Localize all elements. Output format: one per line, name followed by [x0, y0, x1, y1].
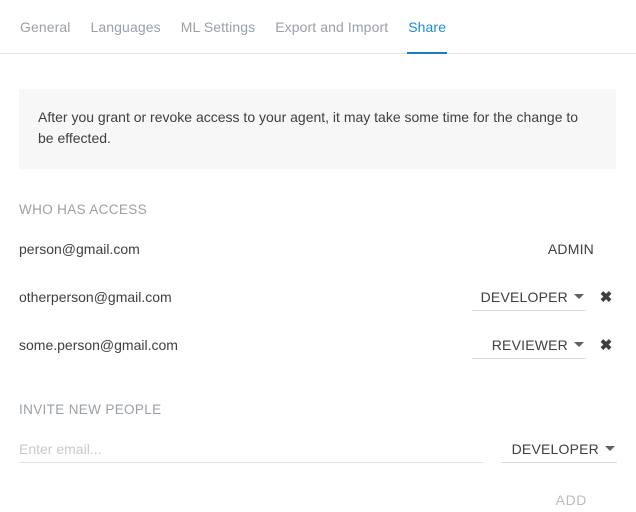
- share-notice-text: After you grant or revoke access to your…: [38, 109, 579, 146]
- chevron-down-icon: [574, 294, 584, 299]
- tab-ml-settings-label: ML Settings: [180, 18, 256, 35]
- tab-share[interactable]: Share: [398, 0, 456, 54]
- role-select-someperson[interactable]: REVIEWER: [472, 331, 586, 359]
- tab-languages-label: Languages: [90, 18, 161, 35]
- access-row-role-static: ADMIN: [547, 241, 594, 257]
- access-row-email: otherperson@gmail.com: [19, 289, 172, 305]
- invite-role-value: DEVELOPER: [511, 440, 599, 457]
- chevron-down-icon: [574, 342, 584, 347]
- access-row-email: some.person@gmail.com: [19, 337, 178, 353]
- table-row: some.person@gmail.com REVIEWER ✖: [19, 321, 617, 369]
- who-has-access-heading: WHO HAS ACCESS: [19, 202, 147, 217]
- tab-languages[interactable]: Languages: [81, 0, 171, 54]
- role-select-value: REVIEWER: [491, 336, 568, 353]
- chevron-down-icon: [605, 446, 615, 451]
- role-select-otherperson[interactable]: DEVELOPER: [472, 283, 586, 311]
- tab-general[interactable]: General: [10, 0, 81, 54]
- add-button[interactable]: ADD: [548, 488, 595, 512]
- settings-tabbar: General Languages ML Settings Export and…: [0, 0, 636, 54]
- tab-export-and-import[interactable]: Export and Import: [265, 0, 398, 54]
- invite-actions: ADD: [19, 488, 617, 512]
- access-row-email: person@gmail.com: [19, 241, 140, 257]
- tab-export-and-import-label: Export and Import: [275, 18, 389, 35]
- tab-share-label: Share: [408, 18, 447, 35]
- remove-access-button-otherperson[interactable]: ✖: [595, 290, 617, 305]
- invite-new-people-heading: INVITE NEW PEOPLE: [19, 402, 162, 417]
- table-row: otherperson@gmail.com DEVELOPER ✖: [19, 273, 617, 321]
- access-list: person@gmail.com ADMIN otherperson@gmail…: [19, 225, 617, 369]
- invite-email-input[interactable]: [19, 435, 484, 463]
- role-select-value: DEVELOPER: [480, 288, 568, 305]
- tab-ml-settings[interactable]: ML Settings: [171, 0, 266, 54]
- table-row: person@gmail.com ADMIN: [19, 225, 617, 273]
- share-notice-banner: After you grant or revoke access to your…: [19, 89, 616, 169]
- invite-row: DEVELOPER: [19, 429, 617, 469]
- active-tab-indicator: [407, 51, 448, 54]
- remove-access-button-someperson[interactable]: ✖: [595, 338, 617, 353]
- tab-general-label: General: [20, 18, 71, 35]
- share-panel: After you grant or revoke access to your…: [0, 89, 636, 512]
- invite-role-select[interactable]: DEVELOPER: [501, 435, 617, 463]
